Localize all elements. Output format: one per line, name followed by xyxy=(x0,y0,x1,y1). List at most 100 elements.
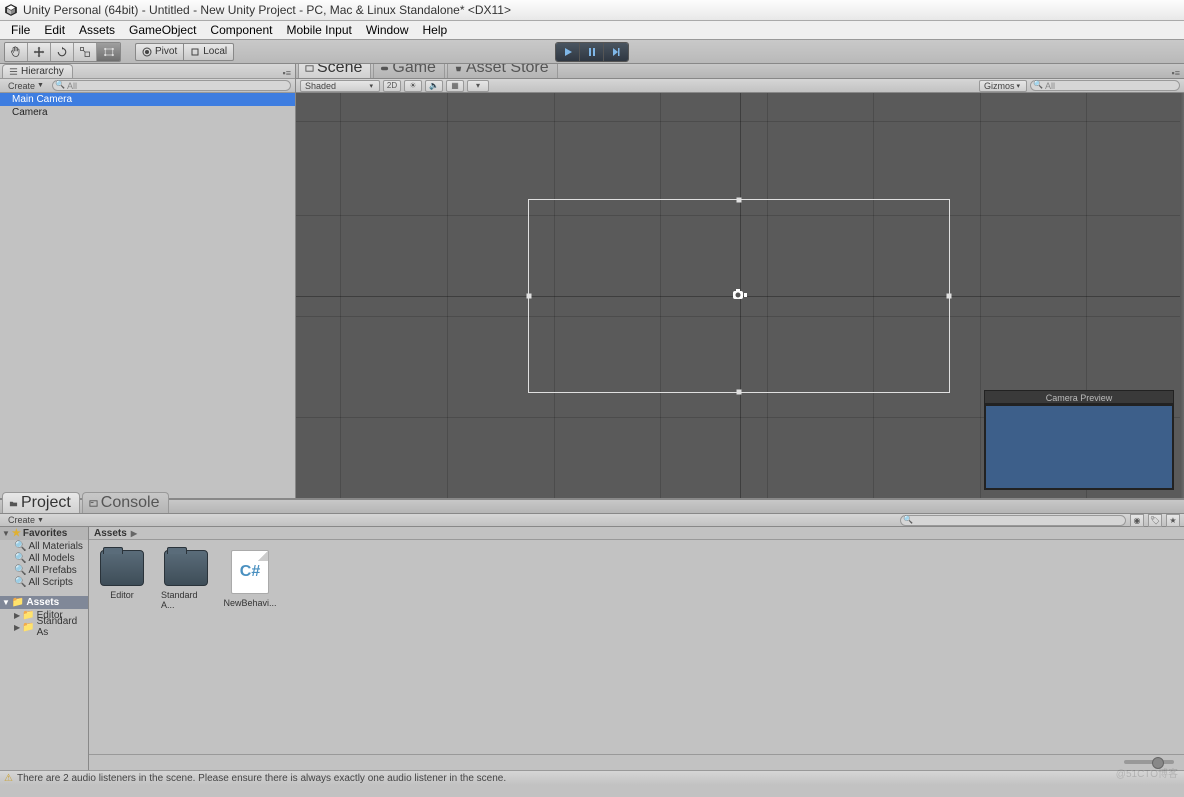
favorite-all-materials[interactable]: 🔍All Materials xyxy=(0,540,88,552)
tab-project[interactable]: Project xyxy=(2,492,80,513)
shading-mode-dropdown[interactable]: Shaded▾ xyxy=(300,80,380,92)
camera-preview-body xyxy=(984,404,1174,490)
asset-label: Editor xyxy=(110,590,134,600)
asset-script-newbehaviour[interactable]: C# NewBehavi... xyxy=(225,550,275,608)
move-tool-button[interactable] xyxy=(28,43,51,61)
assets-grid: Editor Standard A... C# NewBehavi... xyxy=(89,540,1184,754)
hierarchy-tab-header: Hierarchy ▪≡ xyxy=(0,64,295,79)
project-create-dropdown[interactable]: Create▼ xyxy=(4,515,48,525)
favorites-header[interactable]: ▼★Favorites xyxy=(0,527,88,540)
hierarchy-search-input[interactable]: All xyxy=(52,80,291,91)
tab-console[interactable]: Console xyxy=(82,492,169,513)
scene-view[interactable]: Camera Preview xyxy=(296,93,1184,498)
favorite-label: All Prefabs xyxy=(28,565,76,576)
center-panel-menu-icon[interactable]: ▪≡ xyxy=(1172,68,1184,78)
asset-folder-standard-assets[interactable]: Standard A... xyxy=(161,550,211,610)
console-icon xyxy=(89,499,98,508)
rotate-tool-button[interactable] xyxy=(51,43,74,61)
favorite-label: All Materials xyxy=(28,541,82,552)
filter-by-type-button[interactable]: ◉ xyxy=(1130,514,1144,527)
create-label: Create xyxy=(8,81,35,91)
warning-icon: ⚠ xyxy=(4,773,13,784)
hierarchy-icon xyxy=(9,67,18,76)
hierarchy-tab[interactable]: Hierarchy xyxy=(2,64,73,78)
favorite-label: All Scripts xyxy=(28,577,72,588)
assets-root-label: Assets xyxy=(26,597,59,608)
project-console-area: Project Console Create▼ ◉ 🏷 ★ ▼★Favorite… xyxy=(0,498,1184,770)
2d-toggle-button[interactable]: 2D xyxy=(383,80,401,92)
project-body: ▼★Favorites 🔍All Materials 🔍All Models 🔍… xyxy=(0,527,1184,770)
project-search-input[interactable] xyxy=(900,515,1126,526)
fx-toggle-button[interactable]: ▦ xyxy=(446,80,464,92)
unity-logo-icon xyxy=(4,3,18,17)
playback-controls xyxy=(555,42,629,62)
rect-tool-button[interactable] xyxy=(97,43,120,61)
hierarchy-list: Main Camera Camera xyxy=(0,93,295,498)
favorite-all-prefabs[interactable]: 🔍All Prefabs xyxy=(0,564,88,576)
window-title-bar: Unity Personal (64bit) - Untitled - New … xyxy=(0,0,1184,21)
favorite-label: All Models xyxy=(28,553,74,564)
project-tree: ▼★Favorites 🔍All Materials 🔍All Models 🔍… xyxy=(0,527,89,770)
assets-root[interactable]: ▼📁Assets xyxy=(0,596,88,609)
transform-tool-group xyxy=(4,42,121,62)
filter-by-label-button[interactable]: 🏷 xyxy=(1148,514,1162,527)
menu-help[interactable]: Help xyxy=(416,22,455,38)
scene-scrollbar[interactable] xyxy=(1180,93,1184,498)
lighting-toggle-button[interactable]: ☀ xyxy=(404,80,422,92)
local-label: Local xyxy=(203,46,227,57)
hierarchy-item-camera[interactable]: Camera xyxy=(0,106,295,119)
local-button[interactable]: Local xyxy=(183,43,234,61)
project-footer xyxy=(89,754,1184,770)
csharp-script-icon: C# xyxy=(231,550,269,594)
folder-icon xyxy=(164,550,208,586)
scene-toolbar: Shaded▾ 2D ☀ 🔈 ▦ ▾ Gizmos▾ All xyxy=(296,79,1184,93)
favorite-all-scripts[interactable]: 🔍All Scripts xyxy=(0,576,88,588)
play-button[interactable] xyxy=(556,43,580,61)
breadcrumb-label: Assets xyxy=(94,528,127,539)
status-message: There are 2 audio listeners in the scene… xyxy=(17,773,506,784)
project-breadcrumb[interactable]: Assets▶ xyxy=(89,527,1184,540)
gizmos-dropdown[interactable]: Gizmos▾ xyxy=(979,80,1027,92)
shading-mode-label: Shaded xyxy=(305,81,336,91)
menu-component[interactable]: Component xyxy=(203,22,279,38)
menu-window[interactable]: Window xyxy=(359,22,416,38)
hierarchy-item-main-camera[interactable]: Main Camera xyxy=(0,93,295,106)
favorite-all-models[interactable]: 🔍All Models xyxy=(0,552,88,564)
asset-label: Standard A... xyxy=(161,590,211,610)
window-title: Unity Personal (64bit) - Untitled - New … xyxy=(23,3,511,17)
hand-tool-button[interactable] xyxy=(5,43,28,61)
camera-gizmo-icon[interactable] xyxy=(730,287,748,301)
upper-panels: Hierarchy ▪≡ Create▼ All Main Camera Cam… xyxy=(0,64,1184,498)
panel-menu-icon[interactable]: ▪≡ xyxy=(283,68,295,78)
status-bar[interactable]: ⚠ There are 2 audio listeners in the sce… xyxy=(0,770,1184,785)
tree-folder-standard-assets[interactable]: ▶📁Standard As xyxy=(0,621,88,633)
menu-gameobject[interactable]: GameObject xyxy=(122,22,203,38)
audio-toggle-button[interactable]: 🔈 xyxy=(425,80,443,92)
menu-mobile-input[interactable]: Mobile Input xyxy=(279,22,358,38)
menu-edit[interactable]: Edit xyxy=(37,22,72,38)
store-icon xyxy=(454,64,463,73)
hierarchy-create-dropdown[interactable]: Create▼ xyxy=(4,81,48,91)
gizmos-label: Gizmos xyxy=(984,81,1015,91)
project-tabs: Project Console xyxy=(0,500,1184,514)
asset-folder-editor[interactable]: Editor xyxy=(97,550,147,600)
folder-icon xyxy=(100,550,144,586)
center-panel: Scene Game Asset Store ▪≡ Shaded▾ 2D ☀ 🔈… xyxy=(296,64,1184,498)
center-tabs: Scene Game Asset Store ▪≡ xyxy=(296,64,1184,79)
save-search-button[interactable]: ★ xyxy=(1166,514,1180,527)
fx-dropdown-button[interactable]: ▾ xyxy=(467,80,489,92)
pivot-button[interactable]: Pivot xyxy=(135,43,183,61)
favorites-label: Favorites xyxy=(23,528,67,539)
pause-button[interactable] xyxy=(580,43,604,61)
menu-assets[interactable]: Assets xyxy=(72,22,122,38)
scene-search-input[interactable]: All xyxy=(1030,80,1180,91)
step-button[interactable] xyxy=(604,43,628,61)
hierarchy-tab-label: Hierarchy xyxy=(21,66,64,77)
asset-label: NewBehavi... xyxy=(223,598,276,608)
scale-tool-button[interactable] xyxy=(74,43,97,61)
menu-file[interactable]: File xyxy=(4,22,37,38)
pivot-group: Pivot Local xyxy=(135,43,234,61)
thumbnail-size-slider[interactable] xyxy=(1124,760,1174,764)
tab-project-label: Project xyxy=(21,494,71,512)
tree-folder-label: Standard As xyxy=(37,616,88,638)
